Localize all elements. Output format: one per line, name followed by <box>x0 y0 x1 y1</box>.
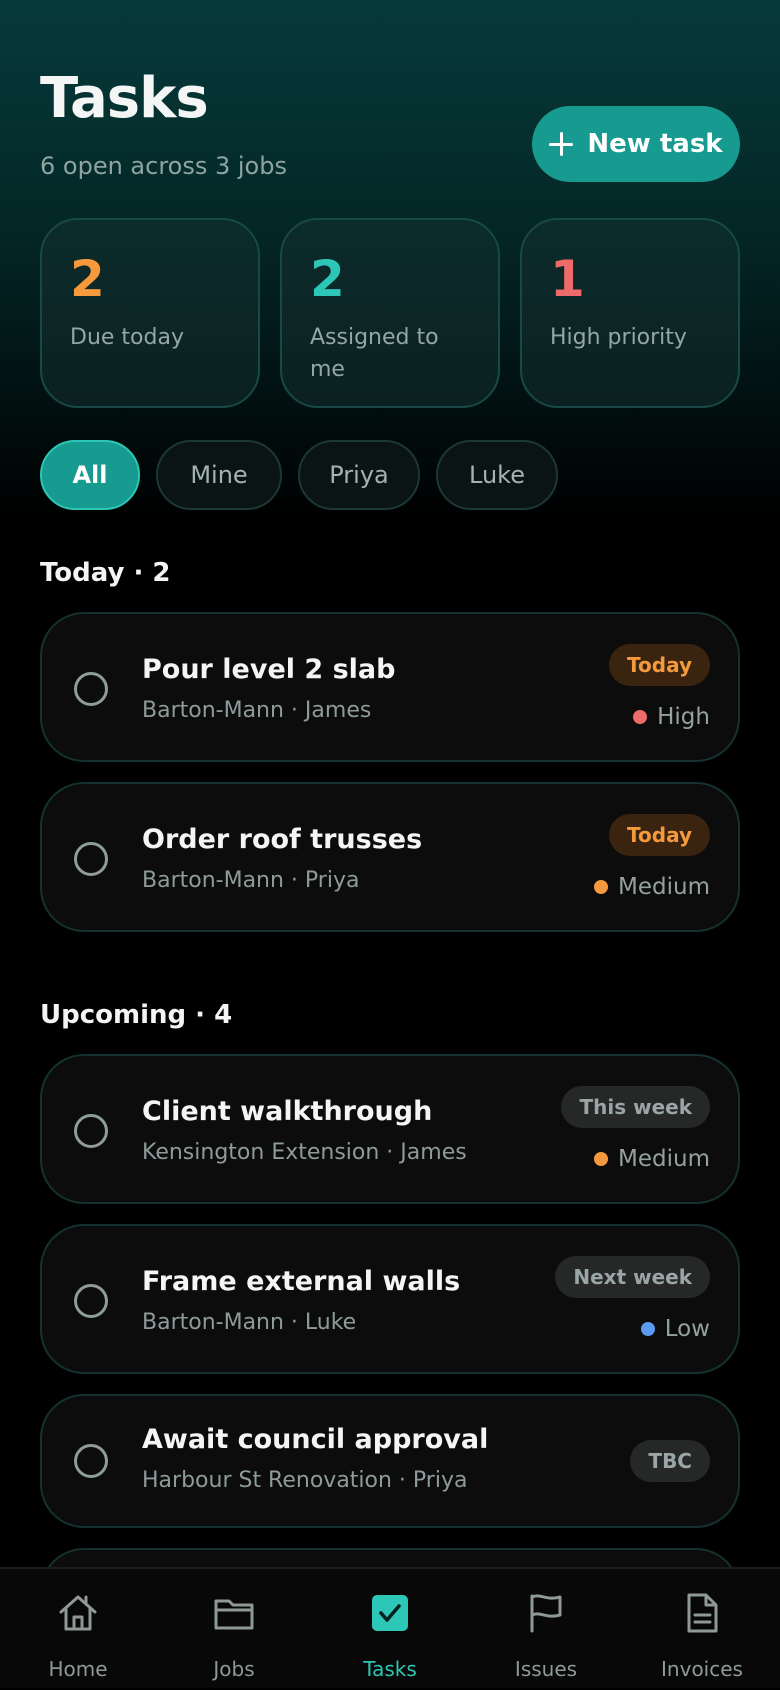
task-title: Await council approval <box>142 1424 489 1455</box>
section-heading-today: Today · 2 <box>40 558 171 588</box>
new-task-button[interactable]: New task <box>532 106 740 182</box>
due-badge: Today <box>609 644 710 686</box>
task-title: Client walkthrough <box>142 1096 433 1127</box>
document-icon <box>687 1593 718 1633</box>
section-heading-upcoming: Upcoming · 4 <box>40 1000 233 1030</box>
stat-label: Assigned to me <box>310 325 439 382</box>
due-badge: TBC <box>630 1440 710 1482</box>
filter-chip-all[interactable]: All <box>40 440 140 510</box>
stat-value: 2 <box>310 250 345 308</box>
nav-label: Tasks <box>363 1657 417 1681</box>
task-meta: Kensington Extension · James <box>142 1140 467 1165</box>
tasks-screen: Tasks 6 open across 3 jobs New task 2 Du… <box>0 0 780 1688</box>
stat-value: 1 <box>550 250 585 308</box>
priority-label: Medium <box>618 1146 710 1172</box>
task-meta: Barton-Mann · Priya <box>142 868 360 893</box>
plus-icon <box>549 132 574 156</box>
stat-label: High priority <box>550 325 687 350</box>
nav-item-jobs[interactable]: Jobs <box>156 1569 312 1690</box>
stat-value: 2 <box>70 250 105 308</box>
nav-item-issues[interactable]: Issues <box>468 1569 624 1690</box>
task-checkbox[interactable] <box>74 672 108 706</box>
task-title: Frame external walls <box>142 1266 461 1297</box>
folder-icon <box>214 1599 254 1630</box>
nav-item-invoices[interactable]: Invoices <box>624 1569 780 1690</box>
new-task-label: New task <box>587 129 723 159</box>
task-checkbox[interactable] <box>74 842 108 876</box>
nav-label: Invoices <box>661 1657 743 1681</box>
task-meta: Barton-Mann · James <box>142 698 372 723</box>
page-title: Tasks <box>40 66 209 131</box>
task-card[interactable]: Await council approval Harbour St Renova… <box>40 1394 740 1528</box>
task-card[interactable]: Client walkthrough Kensington Extension … <box>40 1054 740 1204</box>
task-title: Pour level 2 slab <box>142 654 396 685</box>
home-icon <box>59 1595 97 1631</box>
nav-label: Jobs <box>213 1657 255 1681</box>
bottom-nav: Home Jobs Tasks Issues Invoices <box>0 1567 780 1688</box>
nav-item-tasks[interactable]: Tasks <box>312 1569 468 1690</box>
priority-label: Low <box>664 1316 710 1342</box>
task-card[interactable]: Frame external walls Barton-Mann · Luke … <box>40 1224 740 1374</box>
nav-item-home[interactable]: Home <box>0 1569 156 1690</box>
task-checkbox[interactable] <box>74 1284 108 1318</box>
priority-dot <box>594 880 609 894</box>
priority-indicator: Medium <box>594 874 710 900</box>
task-meta: Barton-Mann · Luke <box>142 1310 357 1335</box>
priority-label: High <box>657 704 710 730</box>
stat-card-due-today[interactable]: 2 Due today <box>40 218 260 408</box>
nav-label: Issues <box>514 1657 578 1681</box>
priority-dot <box>640 1322 655 1336</box>
due-badge: Next week <box>555 1256 710 1298</box>
task-card[interactable]: Order roof trusses Barton-Mann · Priya T… <box>40 782 740 932</box>
due-badge: Today <box>609 814 710 856</box>
checkbox-icon <box>372 1595 408 1631</box>
stat-card-assigned-to-me[interactable]: 2 Assigned to me <box>280 218 500 408</box>
nav-label: Home <box>48 1657 108 1681</box>
page-subtitle: 6 open across 3 jobs <box>40 152 287 180</box>
priority-indicator: Low <box>640 1316 710 1342</box>
priority-indicator: Medium <box>594 1146 710 1172</box>
flag-icon <box>530 1594 562 1633</box>
stat-card-high-priority[interactable]: 1 High priority <box>520 218 740 408</box>
task-checkbox[interactable] <box>74 1114 108 1148</box>
stat-label: Due today <box>70 325 184 350</box>
filter-chip-priya[interactable]: Priya <box>298 440 420 510</box>
filter-chip-luke[interactable]: Luke <box>436 440 558 510</box>
task-checkbox[interactable] <box>74 1444 108 1478</box>
priority-dot <box>594 1152 609 1166</box>
filter-chip-mine[interactable]: Mine <box>156 440 282 510</box>
priority-indicator: High <box>633 704 710 730</box>
task-card[interactable]: Pour level 2 slab Barton-Mann · James To… <box>40 612 740 762</box>
due-badge: This week <box>561 1086 710 1128</box>
task-meta: Harbour St Renovation · Priya <box>142 1468 468 1493</box>
priority-dot <box>633 710 648 724</box>
priority-label: Medium <box>618 874 710 900</box>
task-title: Order roof trusses <box>142 824 423 855</box>
